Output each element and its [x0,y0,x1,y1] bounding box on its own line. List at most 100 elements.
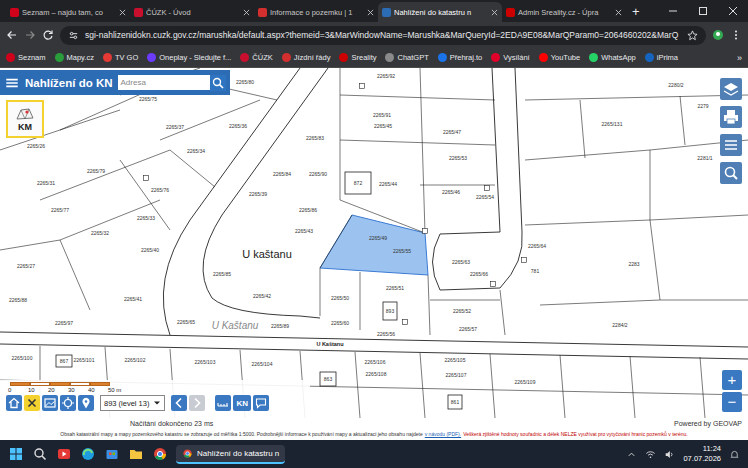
comment-icon[interactable] [253,395,269,411]
parcel-boundary [630,356,635,418]
maximize-icon[interactable] [688,6,718,16]
minimize-icon[interactable] [658,6,688,16]
browser-tab[interactable]: Informace o pozemku | 1 [254,2,378,22]
hamburger-icon[interactable] [4,75,20,91]
boundary-marker [522,258,527,263]
parcel-boundary [340,95,495,100]
bookmark[interactable]: Vysílání [491,53,529,62]
parcel-label: 2265/100 [12,355,33,361]
browser-tab[interactable]: Admin Sreality.cz - Úpra [502,2,626,22]
notification-bell-icon[interactable] [729,449,740,460]
parcel-boundary [650,220,660,300]
taskbar-app[interactable]: Nahlížení do katastru n [176,445,285,464]
zoom-out-button[interactable]: − [722,392,742,412]
volume-icon[interactable] [664,449,675,460]
selected-parcel[interactable] [320,215,428,275]
close-window-icon[interactable] [718,6,748,16]
search-icon[interactable] [720,162,742,184]
bookmark[interactable]: YouTube [539,53,580,62]
bookmark[interactable]: TV GO [103,53,138,62]
parcel-boundary [360,272,361,330]
parcel-boundary [60,240,90,310]
bookmark[interactable]: Jízdní řády [282,53,331,62]
bookmark[interactable]: Mapy.cz [55,53,94,62]
tab-bar: Seznam – najdu tam, co ČÚZK - Úvod Infor… [0,0,748,22]
new-tab-button[interactable]: + [626,2,646,22]
parcel-boundary [60,200,160,240]
building[interactable] [320,372,336,386]
clear-selection-icon[interactable] [24,395,40,411]
building[interactable] [448,395,462,409]
parcel-label: 2265/33 [137,215,155,221]
building[interactable] [383,302,397,320]
km-layer-button[interactable]: KM [6,100,44,138]
close-icon[interactable] [491,9,498,16]
windows-start-icon[interactable] [8,446,24,462]
tray-chevron-icon[interactable] [626,449,637,460]
locate-icon[interactable] [60,395,76,411]
more-bookmarks[interactable]: » [737,53,742,63]
orthophoto-icon[interactable] [42,395,58,411]
parcel-label: 2265/41 [124,296,142,302]
favicon-icon [258,8,267,17]
site-info-icon[interactable] [68,30,79,41]
file-explorer-icon[interactable] [128,446,144,462]
bookmark[interactable]: ChatGPT [385,53,428,62]
zoom-in-button[interactable]: + [722,370,742,390]
pin-icon[interactable] [78,395,94,411]
bookmark[interactable]: Sreality [339,53,376,62]
close-icon[interactable] [367,9,374,16]
menu-icon[interactable] [730,29,742,41]
tab-label: Admin Sreality.cz - Úpra [518,8,612,17]
edge-icon[interactable] [80,446,96,462]
store-icon[interactable] [104,446,120,462]
bookmark-icon [147,53,156,62]
next-view-icon[interactable] [189,395,205,411]
chrome-icon[interactable] [152,446,168,462]
search-icon[interactable] [210,75,226,91]
search-icon[interactable] [32,446,48,462]
bookmark[interactable]: Seznam [6,53,46,62]
browser-tab[interactable]: Nahlížení do katastru n [378,2,502,22]
kn-button[interactable]: KN [233,395,251,411]
address-search[interactable]: Adresa [118,75,210,90]
bookmark[interactable]: ČÚZK [240,53,272,62]
chrome-icon [182,448,193,459]
media-app-icon[interactable] [56,446,72,462]
level-select[interactable]: 893 (level 13) [100,395,165,411]
browser-tab[interactable]: ČÚZK - Úvod [130,2,254,22]
home-icon[interactable] [6,395,22,411]
wifi-icon[interactable] [645,449,656,460]
legend-list-icon[interactable] [720,134,742,156]
bookmark[interactable]: iPrima [645,53,678,62]
close-icon[interactable] [615,9,622,16]
parcel-boundary [40,150,170,200]
bookmark-star-icon[interactable] [687,30,698,41]
back-icon[interactable] [6,29,18,41]
parcel-label: 2265/106 [365,359,386,365]
building[interactable] [345,172,371,194]
bookmark[interactable]: Přehraj.to [438,53,483,62]
bookmark[interactable]: WhatsApp [589,53,636,62]
bookmark[interactable]: Oneplay - Sledujte f... [147,53,231,62]
parcel-label: 2265/86 [299,207,317,213]
reload-icon[interactable] [42,29,54,41]
layers-icon[interactable] [720,78,742,100]
profile-icon[interactable] [712,29,724,41]
close-icon[interactable] [243,9,250,16]
clock[interactable]: 11:24 07.07.2026 [683,444,721,464]
previous-view-icon[interactable] [171,395,187,411]
parcel-label: 2265/83 [306,135,324,141]
forward-icon[interactable] [24,29,36,41]
cadastral-map[interactable]: 8728938638618672265/802265/922280/222792… [0,68,748,418]
manual-link[interactable]: v návodu (PDF). [425,431,461,437]
parcel-boundary [540,300,660,305]
browser-tab[interactable]: Seznam – najdu tam, co [6,2,130,22]
measure-icon[interactable] [215,395,231,411]
building[interactable] [56,355,72,367]
print-icon[interactable] [720,106,742,128]
bookmark-icon [339,53,348,62]
parcel-boundary [500,290,505,335]
address-bar[interactable]: sgi-nahlizenidokn.cuzk.gov.cz/marushka/d… [60,26,706,45]
close-icon[interactable] [119,9,126,16]
